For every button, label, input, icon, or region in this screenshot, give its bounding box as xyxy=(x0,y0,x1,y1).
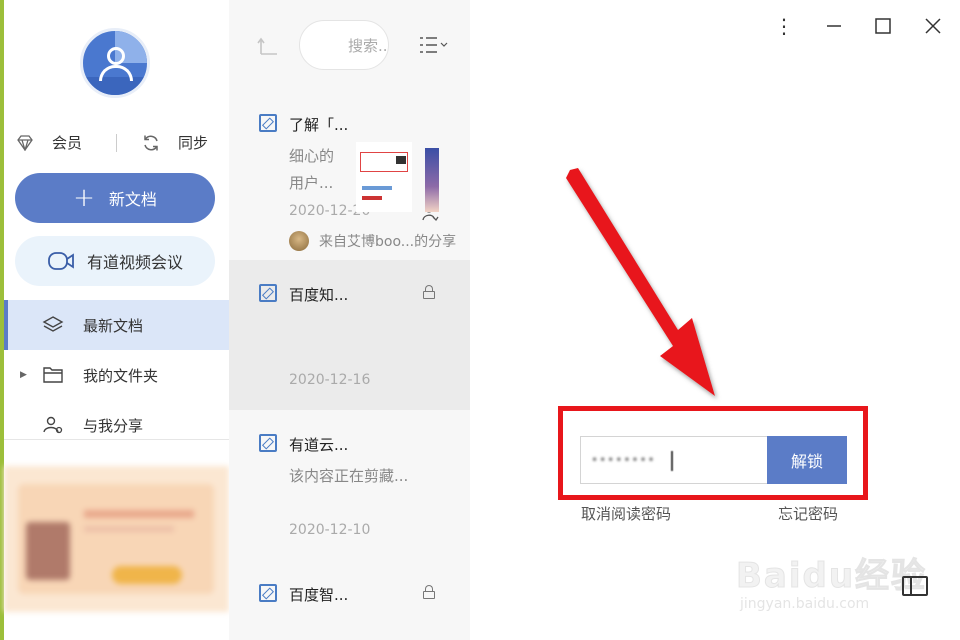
user-avatar[interactable] xyxy=(80,28,150,98)
shared-from-row: 来自艾博boo...的分享 xyxy=(289,231,456,251)
watermark-logo-text: Baidu经验 xyxy=(735,556,928,597)
document-snippet: 细心的 xyxy=(289,147,335,165)
nav-item-label: 我的文件夹 xyxy=(83,366,159,385)
nav-item-label: 与我分享 xyxy=(83,416,144,435)
lock-icon xyxy=(423,285,435,299)
nav-item-my-folders[interactable]: ▶ 我的文件夹 xyxy=(4,350,229,400)
note-icon xyxy=(259,584,277,602)
vip-button[interactable]: 会员 xyxy=(16,132,82,153)
password-input[interactable]: •••••••• xyxy=(580,436,768,484)
document-thumbnail xyxy=(356,142,412,212)
forgot-password-link[interactable]: 忘记密码 xyxy=(778,503,838,524)
list-view-icon xyxy=(420,37,448,53)
diamond-icon xyxy=(17,134,33,151)
search-input[interactable]: 搜索... xyxy=(299,20,389,70)
folder-icon xyxy=(43,367,63,383)
cancel-password-link[interactable]: 取消阅读密码 xyxy=(581,503,671,524)
toggle-panel-icon[interactable] xyxy=(902,576,928,596)
document-date: 2020-12-10 xyxy=(289,522,371,538)
document-item[interactable]: 有道云... 该内容正在剪藏... 2020-12-10 xyxy=(229,410,470,560)
sidebar: 会员 同步 + 新文档 有道视频会议 最新文档 ▶ 我的文件夹 与我分享 xyxy=(4,0,229,640)
note-icon xyxy=(259,114,277,132)
layers-icon xyxy=(42,316,64,332)
expand-caret-icon[interactable]: ▶ xyxy=(20,370,27,380)
sync-icon xyxy=(144,135,158,150)
document-view: ⋮ •••••••• 解锁 取消阅读密码 忘记密码 Baidu经验 jingya… xyxy=(470,0,960,640)
note-icon xyxy=(259,434,277,452)
sharer-avatar xyxy=(289,231,309,251)
user-icon xyxy=(107,47,125,65)
document-snippet: 该内容正在剪藏... xyxy=(289,467,409,485)
text-caret xyxy=(671,451,673,471)
promo-banner[interactable] xyxy=(4,466,229,612)
view-mode-button[interactable] xyxy=(419,36,449,54)
nav-item-shared-with-me[interactable]: 与我分享 xyxy=(4,400,229,450)
document-title: 百度智... xyxy=(289,586,349,604)
document-title: 了解「... xyxy=(289,116,349,134)
password-mask: •••••••• xyxy=(591,453,656,467)
up-level-icon[interactable] xyxy=(257,36,279,56)
document-item[interactable]: 百度智... xyxy=(229,560,470,640)
sync-label: 同步 xyxy=(178,134,209,152)
video-meeting-button[interactable]: 有道视频会议 xyxy=(15,236,215,286)
video-camera-icon xyxy=(48,252,74,270)
document-date: 2020-12-16 xyxy=(289,372,371,388)
list-toolbar: 搜索... xyxy=(229,0,470,92)
nav-item-recent-docs[interactable]: 最新文档 xyxy=(4,300,229,350)
search-placeholder: 搜索... xyxy=(348,36,389,55)
account-row: 会员 同步 xyxy=(14,132,224,156)
document-title: 百度知... xyxy=(289,286,349,304)
document-thumbnail xyxy=(425,148,439,212)
vip-label: 会员 xyxy=(52,134,83,152)
document-item-selected[interactable]: 百度知... 2020-12-16 xyxy=(229,260,470,410)
document-snippet: 用户... xyxy=(289,174,334,192)
note-icon xyxy=(259,284,277,302)
document-title: 有道云... xyxy=(289,436,349,454)
new-document-button[interactable]: + 新文档 xyxy=(15,173,215,223)
new-document-label: 新文档 xyxy=(108,190,157,209)
sync-button[interactable]: 同步 xyxy=(142,132,208,153)
divider xyxy=(116,134,117,152)
video-meeting-label: 有道视频会议 xyxy=(86,253,183,272)
unlock-button[interactable]: 解锁 xyxy=(767,436,847,484)
shared-users-icon xyxy=(43,416,63,434)
document-list-panel: 搜索... 了解「... 细心的 用户... 2020-12-20 来自艾博bo… xyxy=(229,0,470,640)
watermark-url: jingyan.baidu.com xyxy=(740,596,870,612)
nav-item-label: 最新文档 xyxy=(83,316,144,335)
sidebar-divider xyxy=(4,439,229,440)
lock-icon xyxy=(423,585,435,599)
plus-icon: + xyxy=(73,183,95,213)
shared-from-text: 来自艾博boo...的分享 xyxy=(319,234,457,250)
